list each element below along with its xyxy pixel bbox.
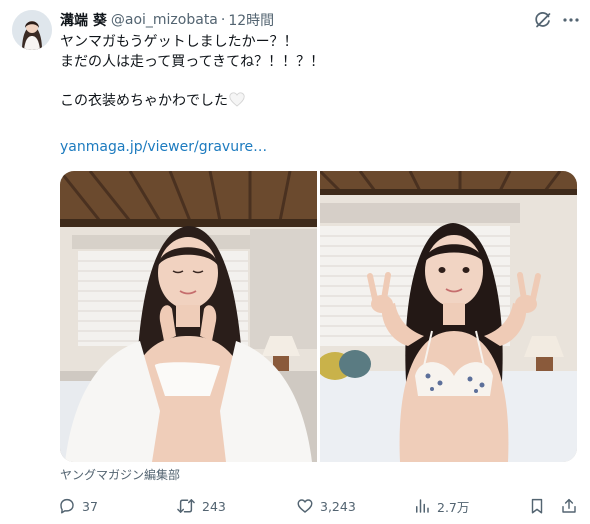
grok-icon[interactable] — [533, 10, 553, 30]
tweet-line-2: まだの人は走って買ってきてね？！！？！ — [60, 53, 325, 70]
reply-icon — [58, 497, 76, 515]
timestamp[interactable]: 12時間 — [228, 10, 274, 30]
view-count: 2.7万 — [437, 499, 470, 515]
retweet-count: 243 — [202, 498, 226, 514]
separator-dot: · — [220, 12, 226, 28]
analytics-icon — [413, 497, 431, 515]
retweet-icon — [176, 497, 196, 515]
bookmark-icon — [528, 497, 546, 515]
media-source-label[interactable]: ヤングマガジン編集部 — [60, 466, 180, 483]
reply-count: 37 — [82, 498, 98, 514]
tweet-line-3 — [60, 72, 570, 92]
photo-2[interactable] — [320, 171, 577, 462]
tweet-line-4: この衣装めちゃかわでした — [60, 91, 570, 114]
share-button[interactable] — [560, 495, 578, 517]
heart-icon — [296, 497, 314, 515]
avatar[interactable] — [12, 10, 52, 50]
tweet-header: 溝端 葵 @aoi_mizobata · 12時間 — [60, 10, 274, 30]
tweet-link[interactable]: yanmaga.jp/viewer/gravure… — [60, 139, 267, 155]
white-heart-emoji — [229, 91, 245, 114]
like-button[interactable]: 3,243 — [296, 495, 356, 517]
bookmark-button[interactable] — [528, 495, 546, 517]
tweet-line-1: ヤンマガもうゲットしましたかー？！ — [60, 34, 298, 50]
share-icon — [560, 497, 578, 515]
media-grid — [60, 171, 577, 462]
tweet-text: ヤンマガもうゲットしましたかー？！ まだの人は走って買ってきてね？！！？！ この… — [60, 33, 570, 111]
views-button[interactable]: 2.7万 — [413, 495, 469, 517]
more-icon[interactable] — [561, 10, 581, 30]
user-handle[interactable]: @aoi_mizobata — [111, 12, 218, 28]
display-name[interactable]: 溝端 葵 — [60, 10, 107, 30]
reply-button[interactable]: 37 — [58, 495, 98, 517]
photo-1[interactable] — [60, 171, 317, 462]
retweet-button[interactable]: 243 — [176, 495, 226, 517]
action-bar: 37 243 3,243 2.7万 — [58, 495, 580, 517]
tweet-line-4-text: この衣装めちゃかわでした — [60, 92, 228, 109]
like-count: 3,243 — [320, 498, 356, 514]
